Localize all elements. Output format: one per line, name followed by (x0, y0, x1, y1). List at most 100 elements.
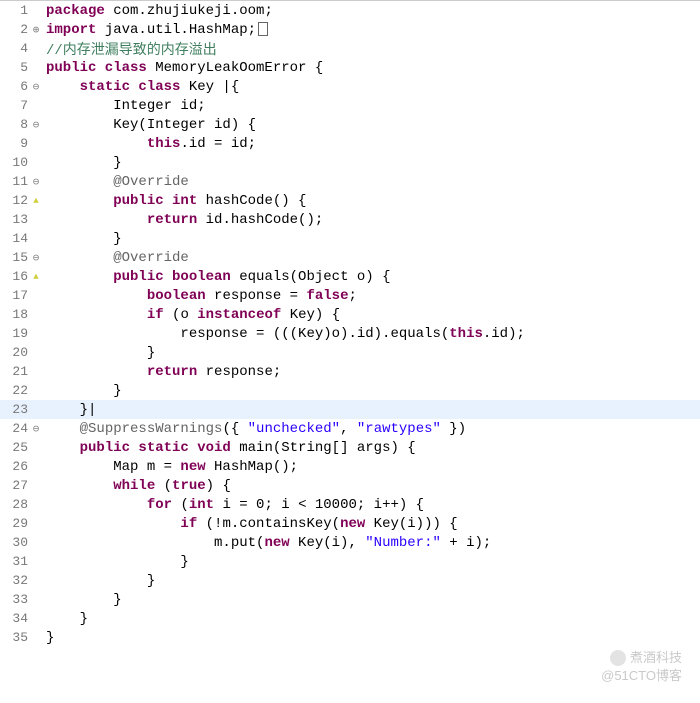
code-line-17[interactable]: 17 boolean response = false; (0, 286, 700, 305)
gutter-line-number: 28 (0, 497, 30, 512)
collapse-icon[interactable] (30, 422, 42, 436)
code-line-19[interactable]: 19 response = (((Key)o).id).equals(this.… (0, 324, 700, 343)
code-text[interactable]: public static void main(String[] args) { (42, 440, 416, 456)
gutter-line-number: 27 (0, 478, 30, 493)
warning-icon[interactable] (30, 272, 42, 282)
code-line-21[interactable]: 21 return response; (0, 362, 700, 381)
code-text[interactable]: return response; (42, 364, 281, 380)
code-text[interactable]: //内存泄漏导致的内存溢出 (42, 39, 217, 59)
code-line-16[interactable]: 16 public boolean equals(Object o) { (0, 267, 700, 286)
code-text[interactable]: } (42, 231, 122, 247)
code-text[interactable]: } (42, 592, 122, 608)
code-text[interactable]: this.id = id; (42, 136, 256, 152)
code-line-11[interactable]: 11 @Override (0, 172, 700, 191)
code-text[interactable]: m.put(new Key(i), "Number:" + i); (42, 535, 491, 551)
code-line-34[interactable]: 34 } (0, 609, 700, 628)
collapse-icon[interactable] (30, 80, 42, 94)
code-text[interactable]: Integer id; (42, 98, 206, 114)
code-line-5[interactable]: 5 public class MemoryLeakOomError { (0, 58, 700, 77)
code-line-27[interactable]: 27 while (true) { (0, 476, 700, 495)
code-line-30[interactable]: 30 m.put(new Key(i), "Number:" + i); (0, 533, 700, 552)
code-line-25[interactable]: 25 public static void main(String[] args… (0, 438, 700, 457)
gutter-line-number: 33 (0, 592, 30, 607)
gutter-line-number: 22 (0, 383, 30, 398)
code-line-15[interactable]: 15 @Override (0, 248, 700, 267)
gutter-line-number: 14 (0, 231, 30, 246)
gutter-line-number: 7 (0, 98, 30, 113)
expand-icon[interactable] (30, 23, 42, 37)
code-text[interactable]: }| (42, 402, 96, 418)
code-text[interactable]: @SuppressWarnings({ "unchecked", "rawtyp… (42, 421, 466, 437)
gutter-line-number: 1 (0, 3, 30, 18)
code-text[interactable]: @Override (42, 174, 189, 190)
collapse-icon[interactable] (30, 251, 42, 265)
code-line-6[interactable]: 6 static class Key |{ (0, 77, 700, 96)
code-line-14[interactable]: 14 } (0, 229, 700, 248)
code-line-8[interactable]: 8 Key(Integer id) { (0, 115, 700, 134)
code-text[interactable]: static class Key |{ (42, 79, 239, 95)
gutter-line-number: 34 (0, 611, 30, 626)
gutter-line-number: 21 (0, 364, 30, 379)
code-text[interactable]: Map m = new HashMap(); (42, 459, 298, 475)
code-line-33[interactable]: 33 } (0, 590, 700, 609)
code-line-23[interactable]: 23 }| (0, 400, 700, 419)
code-text[interactable]: Key(Integer id) { (42, 117, 256, 133)
code-text[interactable]: package com.zhujiukeji.oom; (42, 3, 273, 19)
code-line-9[interactable]: 9 this.id = id; (0, 134, 700, 153)
code-line-12[interactable]: 12 public int hashCode() { (0, 191, 700, 210)
code-line-18[interactable]: 18 if (o instanceof Key) { (0, 305, 700, 324)
code-text[interactable]: } (42, 155, 122, 171)
code-text[interactable]: if (o instanceof Key) { (42, 307, 340, 323)
gutter-line-number: 16 (0, 269, 30, 284)
code-line-32[interactable]: 32 } (0, 571, 700, 590)
code-line-20[interactable]: 20 } (0, 343, 700, 362)
gutter-line-number: 17 (0, 288, 30, 303)
code-text[interactable]: for (int i = 0; i < 10000; i++) { (42, 497, 424, 513)
code-text[interactable]: return id.hashCode(); (42, 212, 323, 228)
gutter-line-number: 10 (0, 155, 30, 170)
code-text[interactable]: response = (((Key)o).id).equals(this.id)… (42, 326, 525, 342)
gutter-line-number: 19 (0, 326, 30, 341)
code-line-35[interactable]: 35} (0, 628, 700, 647)
code-text[interactable]: public int hashCode() { (42, 193, 306, 209)
gutter-line-number: 5 (0, 60, 30, 75)
code-line-22[interactable]: 22 } (0, 381, 700, 400)
gutter-line-number: 13 (0, 212, 30, 227)
code-text[interactable]: } (42, 573, 155, 589)
code-line-10[interactable]: 10 } (0, 153, 700, 172)
collapse-icon[interactable] (30, 175, 42, 189)
code-text[interactable]: } (42, 554, 189, 570)
gutter-line-number: 6 (0, 79, 30, 94)
code-text[interactable]: while (true) { (42, 478, 231, 494)
code-line-4[interactable]: 4//内存泄漏导致的内存溢出 (0, 39, 700, 58)
code-line-7[interactable]: 7 Integer id; (0, 96, 700, 115)
gutter-line-number: 9 (0, 136, 30, 151)
code-line-2[interactable]: 2import java.util.HashMap; (0, 20, 700, 39)
code-editor[interactable]: 1 package com.zhujiukeji.oom;2import java… (0, 0, 700, 703)
gutter-line-number: 25 (0, 440, 30, 455)
warning-icon[interactable] (30, 196, 42, 206)
gutter-line-number: 35 (0, 630, 30, 645)
code-line-1[interactable]: 1 package com.zhujiukeji.oom; (0, 1, 700, 20)
collapse-icon[interactable] (30, 118, 42, 132)
code-line-31[interactable]: 31 } (0, 552, 700, 571)
code-text[interactable]: if (!m.containsKey(new Key(i))) { (42, 516, 458, 532)
code-line-24[interactable]: 24 @SuppressWarnings({ "unchecked", "raw… (0, 419, 700, 438)
code-line-13[interactable]: 13 return id.hashCode(); (0, 210, 700, 229)
code-text[interactable]: } (42, 345, 155, 361)
code-line-26[interactable]: 26 Map m = new HashMap(); (0, 457, 700, 476)
code-text[interactable]: import java.util.HashMap; (42, 22, 268, 38)
code-text[interactable]: public boolean equals(Object o) { (42, 269, 390, 285)
gutter-line-number: 12 (0, 193, 30, 208)
code-text[interactable]: } (42, 383, 122, 399)
code-text[interactable]: } (42, 630, 54, 646)
code-text[interactable]: public class MemoryLeakOomError { (42, 60, 323, 76)
gutter-line-number: 18 (0, 307, 30, 322)
gutter-line-number: 23 (0, 402, 30, 417)
code-text[interactable]: boolean response = false; (42, 288, 357, 304)
collapsed-import-indicator[interactable] (258, 22, 268, 36)
code-line-28[interactable]: 28 for (int i = 0; i < 10000; i++) { (0, 495, 700, 514)
code-text[interactable]: } (42, 611, 88, 627)
code-line-29[interactable]: 29 if (!m.containsKey(new Key(i))) { (0, 514, 700, 533)
code-text[interactable]: @Override (42, 250, 189, 266)
